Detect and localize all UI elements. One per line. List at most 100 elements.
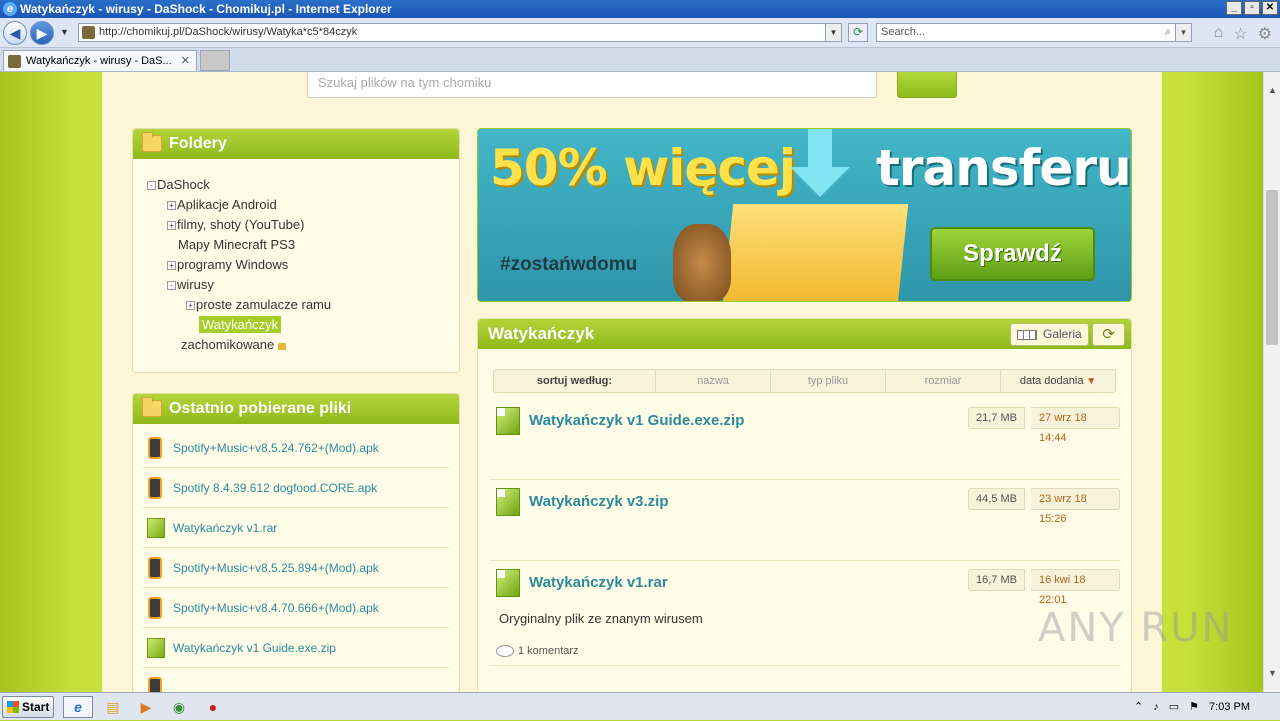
address-dropdown-icon[interactable]: ▼ xyxy=(825,24,841,41)
search-icon[interactable]: ⌕ xyxy=(1165,24,1171,41)
file-date: 27 wrz 18 14:44 xyxy=(1031,407,1120,444)
tree-item-programy[interactable]: + programy Windows xyxy=(147,255,459,275)
tree-item-proste[interactable]: + proste zamulacze ramu xyxy=(147,295,459,315)
clock[interactable]: 7:03 PM xyxy=(1209,693,1250,721)
media-player-taskbar-icon[interactable]: ▶ xyxy=(131,696,161,718)
gear-icon[interactable]: ⚙ xyxy=(1258,24,1272,44)
minimize-button[interactable]: _ xyxy=(1226,1,1242,15)
refresh-view-button[interactable]: ⟳ xyxy=(1092,323,1125,346)
tree-item-label[interactable]: proste zamulacze ramu xyxy=(196,297,331,312)
refresh-button[interactable]: ⟳ xyxy=(848,23,868,42)
browser-search-input[interactable]: Search... ⌕ ▼ xyxy=(876,23,1192,42)
tree-item-mapy[interactable]: Mapy Minecraft PS3 xyxy=(147,235,459,255)
expand-icon[interactable]: + xyxy=(167,221,176,231)
explorer-taskbar-icon[interactable]: ▤ xyxy=(98,696,128,718)
tab-close-icon[interactable]: ✕ xyxy=(181,51,190,71)
file-search-button[interactable] xyxy=(897,72,957,98)
file-search-input[interactable]: Szukaj plików na tym chomiku xyxy=(307,72,877,98)
anyrun-watermark: ANY RUN xyxy=(1038,605,1234,651)
tree-item-label[interactable]: Mapy Minecraft PS3 xyxy=(178,237,295,252)
tree-item-label[interactable]: Aplikacje Android xyxy=(177,197,277,212)
security-taskbar-icon[interactable]: ● xyxy=(198,696,228,718)
grid-icon xyxy=(1017,330,1037,340)
new-tab-button[interactable] xyxy=(200,50,230,71)
address-text: http://chomikuj.pl/DaShock/wirusy/Watyka… xyxy=(99,26,358,38)
tree-item-wirusy[interactable]: - wirusy xyxy=(147,275,459,295)
search-dropdown-icon[interactable]: ▼ xyxy=(1175,24,1191,41)
promo-banner[interactable]: 50% więcej transferu! #zostańwdomu Spraw… xyxy=(477,128,1132,302)
scroll-down-icon[interactable]: ▼ xyxy=(1264,665,1280,682)
sort-by-name[interactable]: nazwa xyxy=(656,370,771,392)
favorites-star-icon[interactable]: ☆ xyxy=(1233,24,1247,44)
tree-item-zachomikowane[interactable]: zachomikowane xyxy=(147,335,459,355)
recent-file-link[interactable]: Spotify+Music+v8.5.25.894+(Mod).apk xyxy=(173,561,379,575)
page-content: Szukaj plików na tym chomiku Foldery - Da… xyxy=(102,72,1162,692)
tree-item-label[interactable]: zachomikowane xyxy=(181,337,274,352)
history-dropdown-icon[interactable]: ▼ xyxy=(60,27,69,37)
tree-item-label[interactable]: programy Windows xyxy=(177,257,288,272)
sort-bar: sortuj według: nazwa typ pliku rozmiar d… xyxy=(493,369,1116,393)
file-name-link[interactable]: Watykańczyk v1.rar xyxy=(529,574,668,591)
sort-by-type[interactable]: typ pliku xyxy=(771,370,886,392)
tree-item-filmy[interactable]: + filmy, shoty (YouTube) xyxy=(147,215,459,235)
page-viewport: Szukaj plików na tym chomiku Foldery - Da… xyxy=(0,72,1263,692)
ie-taskbar-icon[interactable]: e xyxy=(63,696,93,718)
close-button[interactable]: ✕ xyxy=(1262,1,1278,15)
network-icon[interactable]: ▭ xyxy=(1169,693,1179,721)
sort-by-date[interactable]: data dodania xyxy=(1001,370,1115,392)
scroll-up-icon[interactable]: ▲ xyxy=(1264,82,1280,99)
collapse-icon[interactable]: - xyxy=(147,181,156,191)
tree-item-watykanczyk[interactable]: Watykańczyk xyxy=(147,315,459,335)
list-item[interactable] xyxy=(143,668,449,692)
system-tray: ⌃ ♪ ▭ ⚑ 7:03 PM xyxy=(1134,693,1280,721)
recent-file-link[interactable]: Watykańczyk v1 Guide.exe.zip xyxy=(173,641,336,655)
home-icon[interactable]: ⌂ xyxy=(1214,24,1224,44)
tree-item-selected-label[interactable]: Watykańczyk xyxy=(199,316,282,333)
tree-item-aplikacje[interactable]: + Aplikacje Android xyxy=(147,195,459,215)
tree-root[interactable]: - DaShock xyxy=(147,175,459,195)
list-item[interactable]: Spotify+Music+v8.4.70.666+(Mod).apk xyxy=(143,588,449,628)
list-item[interactable]: Spotify 8.4.39.612 dogfood.CORE.apk xyxy=(143,468,449,508)
expand-icon[interactable]: + xyxy=(186,301,195,311)
address-bar[interactable]: http://chomikuj.pl/DaShock/wirusy/Watyka… xyxy=(78,23,842,42)
back-button[interactable]: ◀ xyxy=(3,21,27,45)
file-row: Watykańczyk v1.rar 16,7 MB 16 kwi 18 22:… xyxy=(490,561,1120,666)
expand-icon[interactable]: + xyxy=(167,201,176,211)
browser-tools: ⌂ ☆ ⚙ xyxy=(1214,24,1272,44)
collapse-icon[interactable]: - xyxy=(167,281,176,291)
file-name-link[interactable]: Watykańczyk v1 Guide.exe.zip xyxy=(529,412,744,429)
archive-icon xyxy=(496,488,520,516)
taskbar: Start e ▤ ▶ ◉ ● ⌃ ♪ ▭ ⚑ 7:03 PM xyxy=(0,692,1280,720)
tree-root-label[interactable]: DaShock xyxy=(157,177,210,192)
scroll-thumb[interactable] xyxy=(1266,190,1278,345)
flag-icon[interactable]: ⚑ xyxy=(1189,693,1199,721)
start-button[interactable]: Start xyxy=(2,696,54,718)
recent-file-link[interactable]: Watykańczyk v1.rar xyxy=(173,521,277,535)
recent-file-link[interactable]: Spotify 8.4.39.612 dogfood.CORE.apk xyxy=(173,481,377,495)
browser-tab[interactable]: Watykańczyk - wirusy - DaS... ✕ xyxy=(3,50,197,71)
recent-file-link[interactable]: Spotify+Music+v8.4.70.666+(Mod).apk xyxy=(173,601,379,615)
forward-button[interactable]: ▶ xyxy=(30,21,54,45)
maximize-button[interactable]: ▫ xyxy=(1244,1,1260,15)
list-item[interactable]: Watykańczyk v1.rar xyxy=(143,508,449,548)
file-name-link[interactable]: Watykańczyk v3.zip xyxy=(529,493,669,510)
list-item[interactable]: Watykańczyk v1 Guide.exe.zip xyxy=(143,628,449,668)
window-title: Watykańczyk - wirusy - DaShock - Chomiku… xyxy=(20,2,392,16)
list-item[interactable]: Spotify+Music+v8.5.25.894+(Mod).apk xyxy=(143,548,449,588)
hamster-mascot-image xyxy=(673,224,731,301)
tray-expand-icon[interactable]: ⌃ xyxy=(1134,693,1143,721)
gallery-button[interactable]: Galeria xyxy=(1010,323,1089,346)
tree-item-label[interactable]: wirusy xyxy=(177,277,214,292)
expand-icon[interactable]: + xyxy=(167,261,176,271)
phone-icon xyxy=(148,677,162,692)
sort-by-size[interactable]: rozmiar xyxy=(886,370,1001,392)
list-item[interactable]: Spotify+Music+v8.5.24.762+(Mod).apk xyxy=(143,428,449,468)
tree-item-label[interactable]: filmy, shoty (YouTube) xyxy=(177,217,304,232)
recent-file-link[interactable]: Spotify+Music+v8.5.24.762+(Mod).apk xyxy=(173,441,379,455)
chrome-taskbar-icon[interactable]: ◉ xyxy=(164,696,194,718)
banner-check-button[interactable]: Sprawdź xyxy=(930,227,1095,281)
window-controls: _ ▫ ✕ xyxy=(1226,1,1278,15)
comments-link[interactable]: 1 komentarz xyxy=(518,645,579,657)
volume-icon[interactable]: ♪ xyxy=(1153,693,1159,721)
vertical-scrollbar[interactable]: ▲ ▼ xyxy=(1263,72,1280,692)
